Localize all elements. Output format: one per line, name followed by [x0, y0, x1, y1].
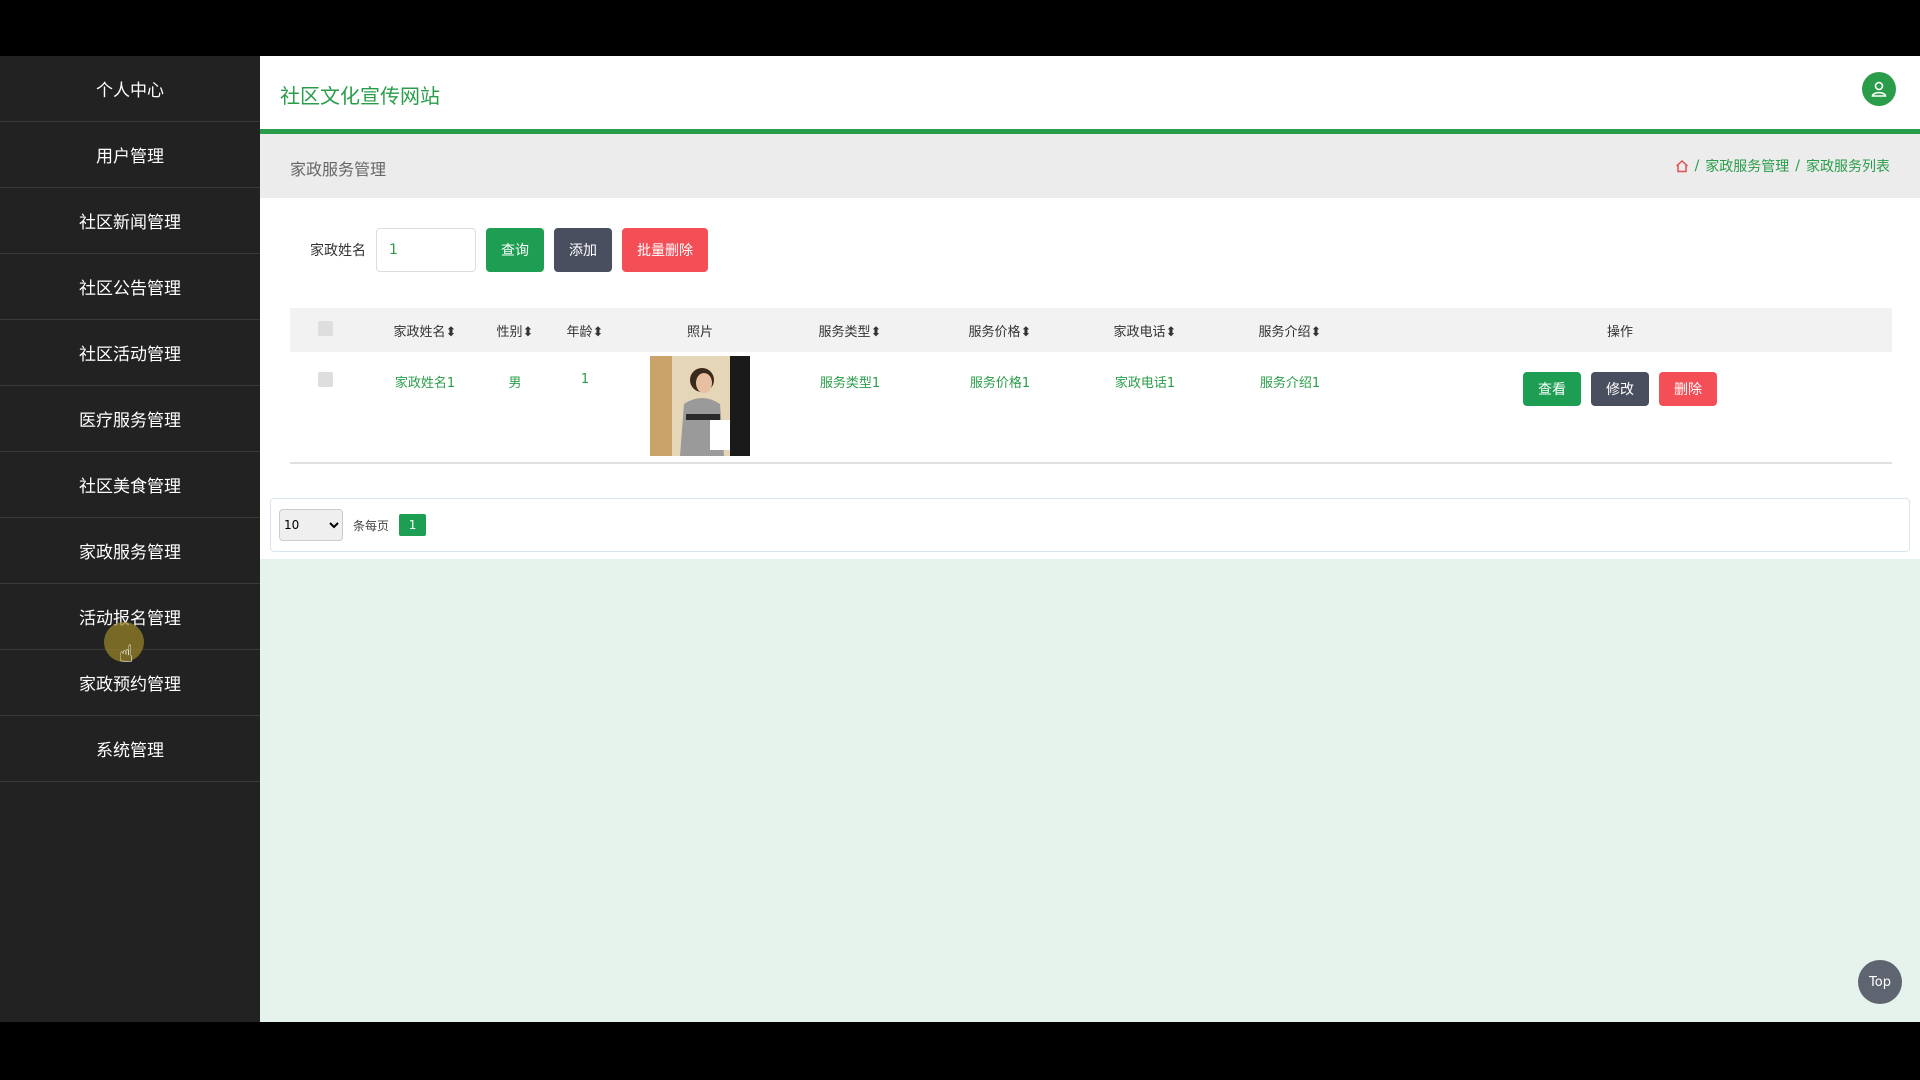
view-button[interactable]: 查看 [1523, 372, 1581, 406]
edit-button[interactable]: 修改 [1591, 372, 1649, 406]
page-title: 家政服务管理 [290, 160, 387, 179]
breadcrumb: / 家政服务管理 / 家政服务列表 [1675, 156, 1890, 176]
search-label: 家政姓名 [310, 243, 366, 259]
content-panel: 家政姓名 查询 添加 批量删除 家政姓名⬍ 性别⬍ 年龄⬍ 照片 服务类型⬍ 服… [260, 198, 1920, 559]
cell-service-price: 服务价格1 [969, 376, 1031, 391]
sort-icon: ⬍ [445, 324, 457, 340]
per-page-label: 条每页 [353, 518, 390, 533]
cell-service-type: 服务类型1 [819, 376, 881, 391]
sidebar-item-medical-service[interactable]: 医疗服务管理 [0, 386, 260, 452]
app-screen: 个人中心 用户管理 社区新闻管理 社区公告管理 社区活动管理 医疗服务管理 社区… [0, 56, 1920, 1022]
pagination: 10 条每页 1 [270, 498, 1910, 552]
housekeeper-photo [650, 356, 750, 456]
table-header: 家政姓名⬍ 性别⬍ 年龄⬍ 照片 服务类型⬍ 服务价格⬍ 家政电话⬍ 服务介绍⬍… [290, 308, 1892, 352]
cell-age: 1 [580, 372, 590, 387]
cell-phone: 家政电话1 [1114, 376, 1176, 391]
sort-icon: ⬍ [1165, 324, 1177, 340]
home-icon[interactable] [1675, 159, 1689, 173]
site-title: 社区文化宣传网站 [280, 84, 440, 108]
page-size-select[interactable]: 10 [279, 509, 343, 541]
sort-icon: ⬍ [870, 324, 882, 340]
sort-icon: ⬍ [1020, 324, 1032, 340]
column-header-price[interactable]: 服务价格⬍ [930, 321, 1070, 340]
breadcrumb-separator: / [1795, 158, 1800, 174]
cell-sex: 男 [508, 376, 522, 391]
table-row: 家政姓名1 男 1 服务类型1 服务价格1 家政电话1 服务介绍1 查看 修改 … [290, 352, 1892, 464]
column-header-operations: 操作 [1606, 324, 1633, 340]
breadcrumb-bar: 家政服务管理 / 家政服务管理 / 家政服务列表 [260, 134, 1920, 198]
user-icon [1871, 81, 1887, 97]
column-header-photo: 照片 [686, 324, 713, 340]
select-all-checkbox[interactable] [317, 320, 333, 336]
sort-icon: ⬍ [1310, 324, 1322, 340]
sidebar-item-community-activity[interactable]: 社区活动管理 [0, 320, 260, 386]
breadcrumb-housekeeping-management[interactable]: 家政服务管理 [1705, 156, 1789, 176]
data-table: 家政姓名⬍ 性别⬍ 年龄⬍ 照片 服务类型⬍ 服务价格⬍ 家政电话⬍ 服务介绍⬍… [290, 308, 1892, 464]
sidebar-item-housekeeping-service[interactable]: 家政服务管理 [0, 518, 260, 584]
column-header-name[interactable]: 家政姓名⬍ [360, 321, 490, 340]
sidebar-item-community-notice[interactable]: 社区公告管理 [0, 254, 260, 320]
sidebar: 个人中心 用户管理 社区新闻管理 社区公告管理 社区活动管理 医疗服务管理 社区… [0, 56, 260, 1022]
add-button[interactable]: 添加 [554, 228, 612, 272]
search-bar: 家政姓名 查询 添加 批量删除 [310, 228, 708, 272]
top-header: 社区文化宣传网站 [260, 56, 1920, 134]
sidebar-item-community-food[interactable]: 社区美食管理 [0, 452, 260, 518]
batch-delete-button[interactable]: 批量删除 [622, 228, 708, 272]
column-header-sex[interactable]: 性别⬍ [490, 321, 540, 340]
row-actions: 查看 修改 删除 [1360, 372, 1880, 406]
back-to-top-button[interactable]: Top [1858, 960, 1902, 1004]
delete-button[interactable]: 删除 [1659, 372, 1717, 406]
sidebar-item-community-news[interactable]: 社区新闻管理 [0, 188, 260, 254]
sidebar-item-personal-center[interactable]: 个人中心 [0, 56, 260, 122]
column-header-phone[interactable]: 家政电话⬍ [1070, 321, 1220, 340]
hand-cursor-icon: ☝ [119, 640, 134, 668]
main-area: 社区文化宣传网站 家政服务管理 / 家政服务管理 / 家政服务列表 家政姓名 1… [260, 56, 1920, 1022]
housekeeper-name-input[interactable] [376, 228, 476, 272]
column-header-age[interactable]: 年龄⬍ [540, 321, 630, 340]
breadcrumb-housekeeping-list: 家政服务列表 [1806, 159, 1890, 175]
query-button[interactable]: 查询 [486, 228, 544, 272]
cell-service-intro: 服务介绍1 [1259, 376, 1321, 391]
breadcrumb-separator: / [1694, 158, 1700, 174]
cell-name: 家政姓名1 [394, 376, 456, 391]
sort-icon: ⬍ [592, 324, 604, 340]
user-avatar-button[interactable] [1862, 72, 1896, 106]
column-header-type[interactable]: 服务类型⬍ [770, 321, 930, 340]
row-checkbox[interactable] [317, 372, 333, 387]
sidebar-item-system-management[interactable]: 系统管理 [0, 716, 260, 782]
page-number-button[interactable]: 1 [399, 514, 427, 536]
sort-icon: ⬍ [522, 324, 534, 340]
sidebar-item-user-management[interactable]: 用户管理 [0, 122, 260, 188]
column-header-intro[interactable]: 服务介绍⬍ [1220, 321, 1360, 340]
